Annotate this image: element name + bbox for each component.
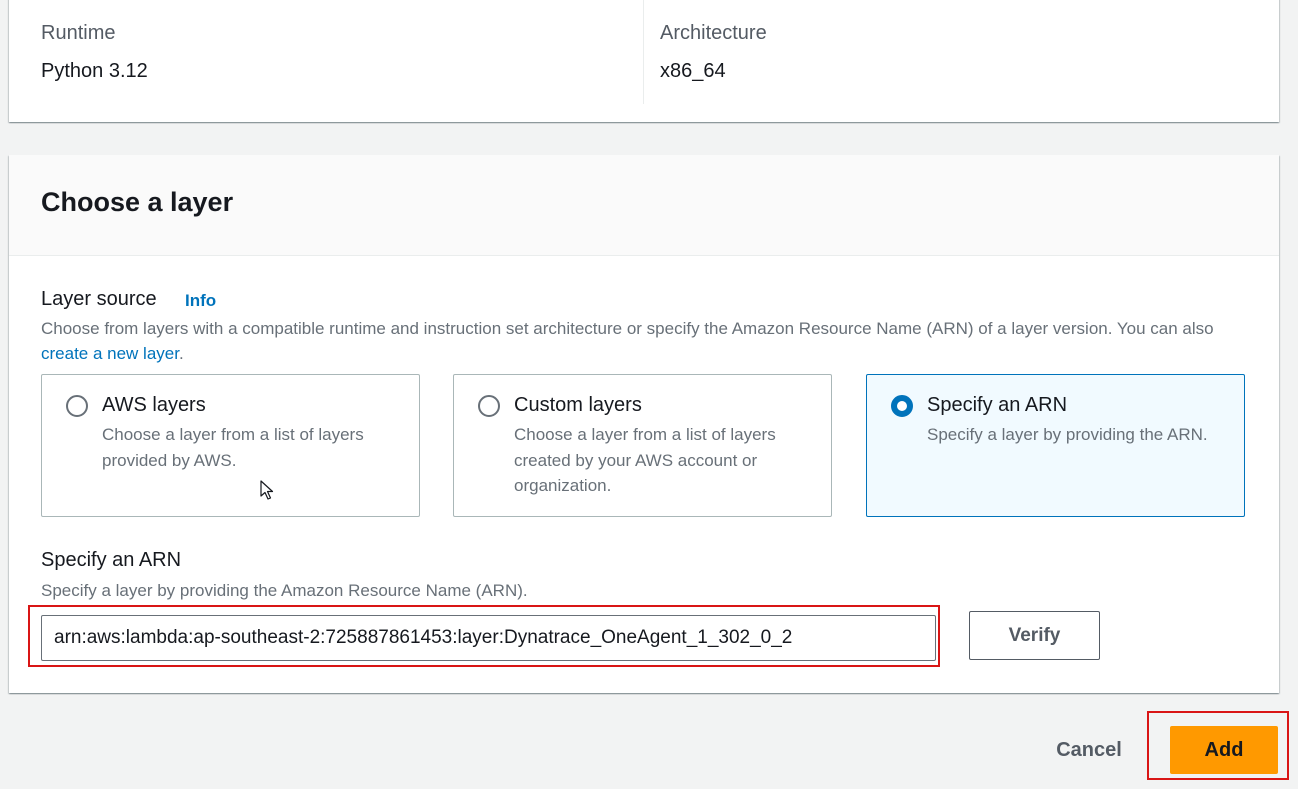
layer-source-description-end: . bbox=[178, 344, 184, 363]
architecture-value: x86_64 bbox=[660, 60, 726, 82]
info-link[interactable]: Info bbox=[185, 291, 216, 311]
verify-button[interactable]: Verify bbox=[969, 611, 1100, 660]
specify-arn-radio[interactable] bbox=[891, 395, 913, 417]
mouse-pointer-icon bbox=[260, 480, 274, 500]
choose-layer-title: Choose a layer bbox=[41, 187, 234, 217]
layer-source-description-text: Choose from layers with a compatible run… bbox=[41, 319, 1214, 338]
add-button[interactable]: Add bbox=[1170, 726, 1278, 774]
aws-layers-option[interactable]: AWS layers Choose a layer from a list of… bbox=[41, 374, 420, 517]
layer-source-label: Layer source bbox=[41, 288, 157, 310]
layer-source-description: Choose from layers with a compatible run… bbox=[41, 316, 1221, 366]
cancel-button[interactable]: Cancel bbox=[1040, 730, 1138, 770]
aws-layers-radio[interactable] bbox=[66, 395, 88, 417]
choose-layer-card: Choose a layer Layer source Info Choose … bbox=[9, 155, 1279, 693]
function-info-card: Runtime Python 3.12 Architecture x86_64 bbox=[9, 0, 1279, 122]
arn-field-label: Specify an ARN bbox=[41, 549, 182, 571]
runtime-value: Python 3.12 bbox=[41, 60, 148, 82]
custom-layers-radio[interactable] bbox=[478, 395, 500, 417]
custom-layers-description: Choose a layer from a list of layers cre… bbox=[514, 425, 776, 495]
runtime-label: Runtime bbox=[41, 22, 116, 44]
architecture-label: Architecture bbox=[660, 22, 767, 44]
arn-field-description: Specify a layer by providing the Amazon … bbox=[41, 581, 528, 600]
specify-arn-description: Specify a layer by providing the ARN. bbox=[927, 425, 1208, 444]
specify-arn-title: Specify an ARN bbox=[927, 394, 1068, 416]
aws-layers-title: AWS layers bbox=[102, 394, 206, 416]
custom-layers-option[interactable]: Custom layers Choose a layer from a list… bbox=[453, 374, 832, 517]
choose-layer-header: Choose a layer bbox=[9, 155, 1279, 256]
create-new-layer-link[interactable]: create a new layer bbox=[41, 344, 179, 363]
custom-layers-title: Custom layers bbox=[514, 394, 642, 416]
column-divider bbox=[643, 0, 644, 104]
aws-layers-description: Choose a layer from a list of layers pro… bbox=[102, 425, 364, 470]
specify-arn-option[interactable]: Specify an ARN Specify a layer by provid… bbox=[866, 374, 1245, 517]
arn-input[interactable]: arn:aws:lambda:ap-southeast-2:7258878614… bbox=[41, 615, 936, 661]
